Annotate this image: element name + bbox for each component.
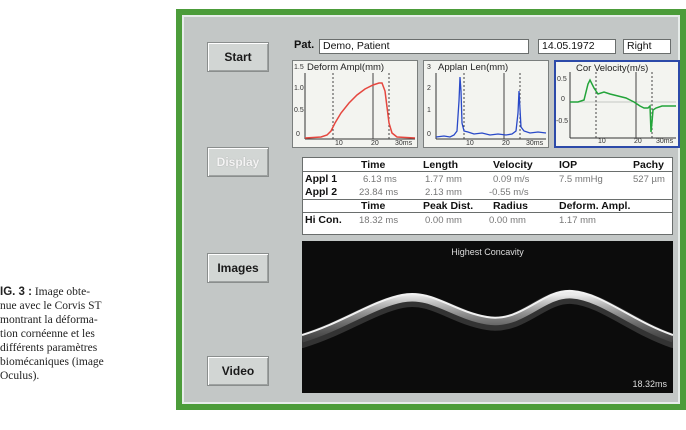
- scheimpflug-image[interactable]: Highest Concavity 18.32ms: [302, 241, 673, 393]
- display-button[interactable]: Display: [207, 147, 269, 177]
- col-peak-dist: Peak Dist.: [423, 200, 474, 212]
- appl2-velocity: -0.55 m/s: [489, 187, 529, 198]
- velocity-xtick-2: 20: [634, 138, 642, 145]
- applan-len-graph[interactable]: Applan Len(mm) 3 2 1 0 10 20 30ms: [423, 60, 549, 148]
- caption-line-1: Image obte-: [34, 286, 91, 298]
- applan-xtick-2: 20: [502, 140, 510, 147]
- deform-xtick-3: 30ms: [395, 140, 413, 147]
- cornea-image: [302, 289, 673, 348]
- appl1-length: 1.77 mm: [425, 174, 462, 185]
- velocity-xtick-1: 10: [598, 138, 606, 145]
- table-divider: [303, 171, 672, 172]
- results-table: Time Length Velocity IOP Pachy Appl 1 6.…: [302, 157, 673, 235]
- appl1-time: 6.13 ms: [363, 174, 397, 185]
- deform-ytick-3: 0.5: [294, 107, 304, 114]
- applan-ytick-4: 0: [427, 131, 431, 138]
- applan-xtick-1: 10: [466, 140, 474, 147]
- deform-ytick-1: 1.5: [294, 64, 304, 71]
- deform-xtick-2: 20: [371, 140, 379, 147]
- video-button[interactable]: Video: [207, 356, 269, 386]
- applan-ytick-2: 2: [427, 85, 431, 92]
- velocity-xtick-3: 30ms: [656, 138, 674, 145]
- col-length: Length: [423, 159, 458, 171]
- caption-line-7: Oculus).: [0, 370, 40, 382]
- image-title: Highest Concavity: [451, 247, 524, 257]
- images-button[interactable]: Images: [207, 253, 269, 283]
- caption-line-4: tion cornéenne et les: [0, 328, 95, 340]
- appl1-velocity: 0.09 m/s: [493, 174, 530, 185]
- col-time: Time: [361, 159, 386, 171]
- image-timestamp: 18.32ms: [632, 379, 667, 389]
- caption-lead: IG. 3 :: [0, 286, 32, 298]
- cor-velocity-graph[interactable]: Cor Velocity(m/s) 0.5 0 -0.5 10 20 30ms: [554, 60, 680, 148]
- row-appl2-label: Appl 2: [305, 186, 338, 198]
- col-velocity: Velocity: [493, 159, 533, 171]
- deform-ampl-title: Deform Ampl(mm): [307, 62, 385, 73]
- hicon-radius: 0.00 mm: [489, 215, 526, 226]
- deform-ampl-graph[interactable]: Deform Ampl(mm) 1.5 1.0 0.5 0 10 20 30ms: [292, 60, 418, 148]
- applan-len-plot: [435, 73, 547, 140]
- col-deform-ampl: Deform. Ampl.: [559, 200, 631, 212]
- hicon-deform-ampl: 1.17 mm: [559, 215, 596, 226]
- deform-ytick-4: 0: [296, 131, 300, 138]
- col-iop: IOP: [559, 159, 578, 171]
- col-radius: Radius: [493, 200, 529, 212]
- deform-ampl-plot: [304, 73, 416, 140]
- hicon-peak-dist: 0.00 mm: [425, 215, 462, 226]
- caption-line-2: nue avec le Corvis ST: [0, 300, 102, 312]
- applan-xtick-3: 30ms: [526, 140, 544, 147]
- appl2-time: 23.84 ms: [359, 187, 399, 198]
- appl1-iop: 7.5 mmHg: [559, 174, 603, 185]
- appl2-length: 2.13 mm: [425, 187, 462, 198]
- deform-ytick-2: 1.0: [294, 85, 304, 92]
- patient-name-field[interactable]: Demo, Patient: [319, 39, 529, 54]
- patient-label: Pat.: [294, 39, 315, 51]
- velocity-ytick-1: 0.5: [557, 76, 567, 83]
- cor-velocity-plot: [569, 72, 676, 139]
- applan-ytick-3: 1: [427, 107, 431, 114]
- eye-field[interactable]: Right: [623, 39, 671, 54]
- device-screen: Start Display Images Video Pat. Demo, Pa…: [182, 15, 680, 404]
- col-time-2: Time: [361, 200, 386, 212]
- appl1-pachy: 527 µm: [633, 174, 665, 185]
- hicon-time: 18.32 ms: [359, 215, 399, 226]
- birth-date-field[interactable]: 14.05.1972: [538, 39, 616, 54]
- cor-velocity-title: Cor Velocity(m/s): [576, 63, 649, 74]
- table-divider: [303, 212, 672, 213]
- caption-line-3: montrant la déforma-: [0, 314, 98, 326]
- deform-xtick-1: 10: [335, 140, 343, 147]
- velocity-ytick-2: 0: [561, 96, 565, 103]
- caption-line-6: biomécaniques (image: [0, 356, 104, 368]
- applan-ytick-1: 3: [427, 64, 431, 71]
- caption-line-5: différents paramètres: [0, 342, 98, 354]
- row-appl1-label: Appl 1: [305, 173, 338, 185]
- row-hicon-label: Hi Con.: [305, 214, 342, 226]
- device-frame: Start Display Images Video Pat. Demo, Pa…: [176, 9, 686, 410]
- velocity-ytick-3: -0.5: [556, 118, 569, 125]
- applan-len-title: Applan Len(mm): [438, 62, 509, 73]
- start-button[interactable]: Start: [207, 42, 269, 72]
- col-pachy: Pachy: [633, 159, 664, 171]
- figure-caption: IG. 3 : Image obte- nue avec le Corvis S…: [0, 285, 150, 383]
